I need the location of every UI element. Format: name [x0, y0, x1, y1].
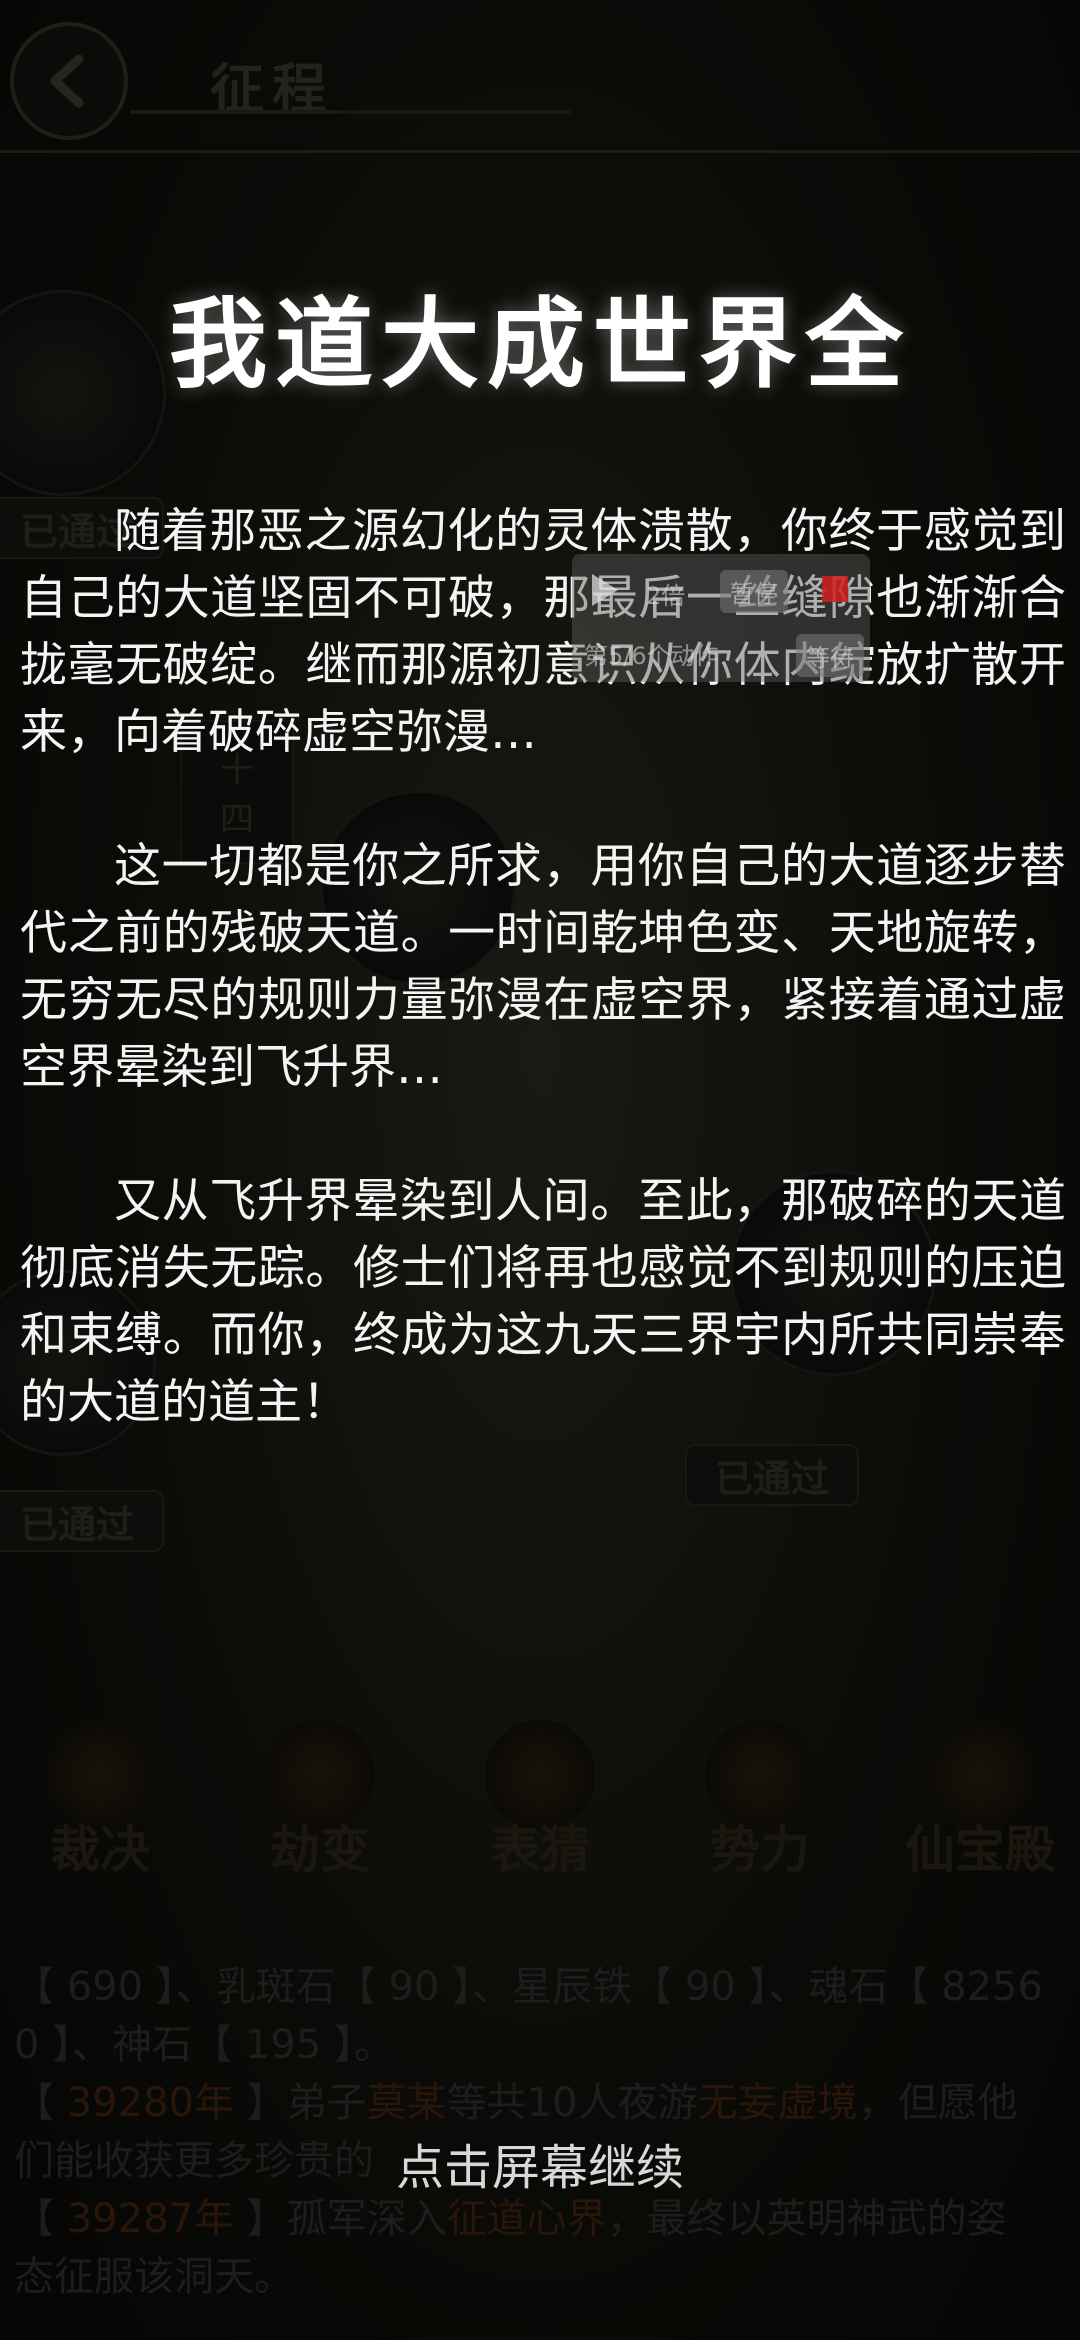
- log-line: 0 】、神石【 195 】。: [14, 2022, 394, 2068]
- nav-label: 仙宝殿: [905, 1820, 1055, 1879]
- nav-faction[interactable]: 势力: [670, 1720, 850, 1900]
- nav-treasure-hall[interactable]: 仙宝殿: [890, 1720, 1070, 1900]
- story-paragraph: 这一切都是你之所求，用你自己的大道逐步替代之前的残破天道。一时间乾坤色变、天地旋…: [20, 839, 1066, 1095]
- story-text[interactable]: 随着那恶之源幻化的灵体溃散，你终于感觉到自己的大道坚固不可破，那最后一丝缝隙也渐…: [20, 498, 1066, 1503]
- title-divider: [130, 110, 570, 114]
- story-paragraph: 又从飞升界晕染到人间。至此，那破碎的天道彻底消失无踪。修士们将再也感觉不到规则的…: [20, 1174, 1066, 1430]
- wait-button[interactable]: 等待: [796, 634, 864, 677]
- nav-mask[interactable]: 表猜: [450, 1720, 630, 1900]
- chevron-left-icon: [50, 54, 84, 108]
- log-line: 态征服该洞天。: [14, 2254, 294, 2300]
- log-line: 【 39287年 】孤军深入征道心界，最终以英明神武的姿: [14, 2196, 1007, 2242]
- back-button[interactable]: [10, 22, 128, 140]
- action-recorder-widget: 2倍 暂停 第5/6个动作 等待: [572, 554, 870, 682]
- play-icon[interactable]: [592, 574, 618, 606]
- story-title: 我道大成世界全: [168, 287, 911, 402]
- bottom-nav: 裁决 劫变 表猜 势力 仙宝殿: [0, 1720, 1080, 1900]
- nav-judgement[interactable]: 裁决: [10, 1720, 190, 1900]
- nav-label: 势力: [710, 1820, 810, 1879]
- log-line: 【 39280年 】弟子莫某等共10人夜游无妄虚境，但愿他: [14, 2080, 1018, 2126]
- stop-icon[interactable]: [822, 576, 848, 602]
- nav-label: 劫变: [270, 1820, 370, 1879]
- log-line: 【 690 】、乳斑石【 90 】、星辰铁【 90 】、魂石【 8256: [14, 1964, 1043, 2010]
- nav-label: 裁决: [50, 1820, 150, 1879]
- tap-to-continue-hint[interactable]: 点击屏幕继续: [0, 2128, 1080, 2198]
- story-paragraph: 随着那恶之源幻化的灵体溃散，你终于感觉到自己的大道坚固不可破，那最后一丝缝隙也渐…: [20, 504, 1066, 760]
- top-bar: 征程: [0, 0, 1080, 153]
- action-progress: 第5/6个动作: [584, 642, 719, 670]
- nav-label: 表猜: [490, 1820, 590, 1879]
- pause-button[interactable]: 暂停: [720, 570, 788, 613]
- speed-label[interactable]: 2倍: [646, 576, 685, 611]
- nav-tribulation[interactable]: 劫变: [230, 1720, 410, 1900]
